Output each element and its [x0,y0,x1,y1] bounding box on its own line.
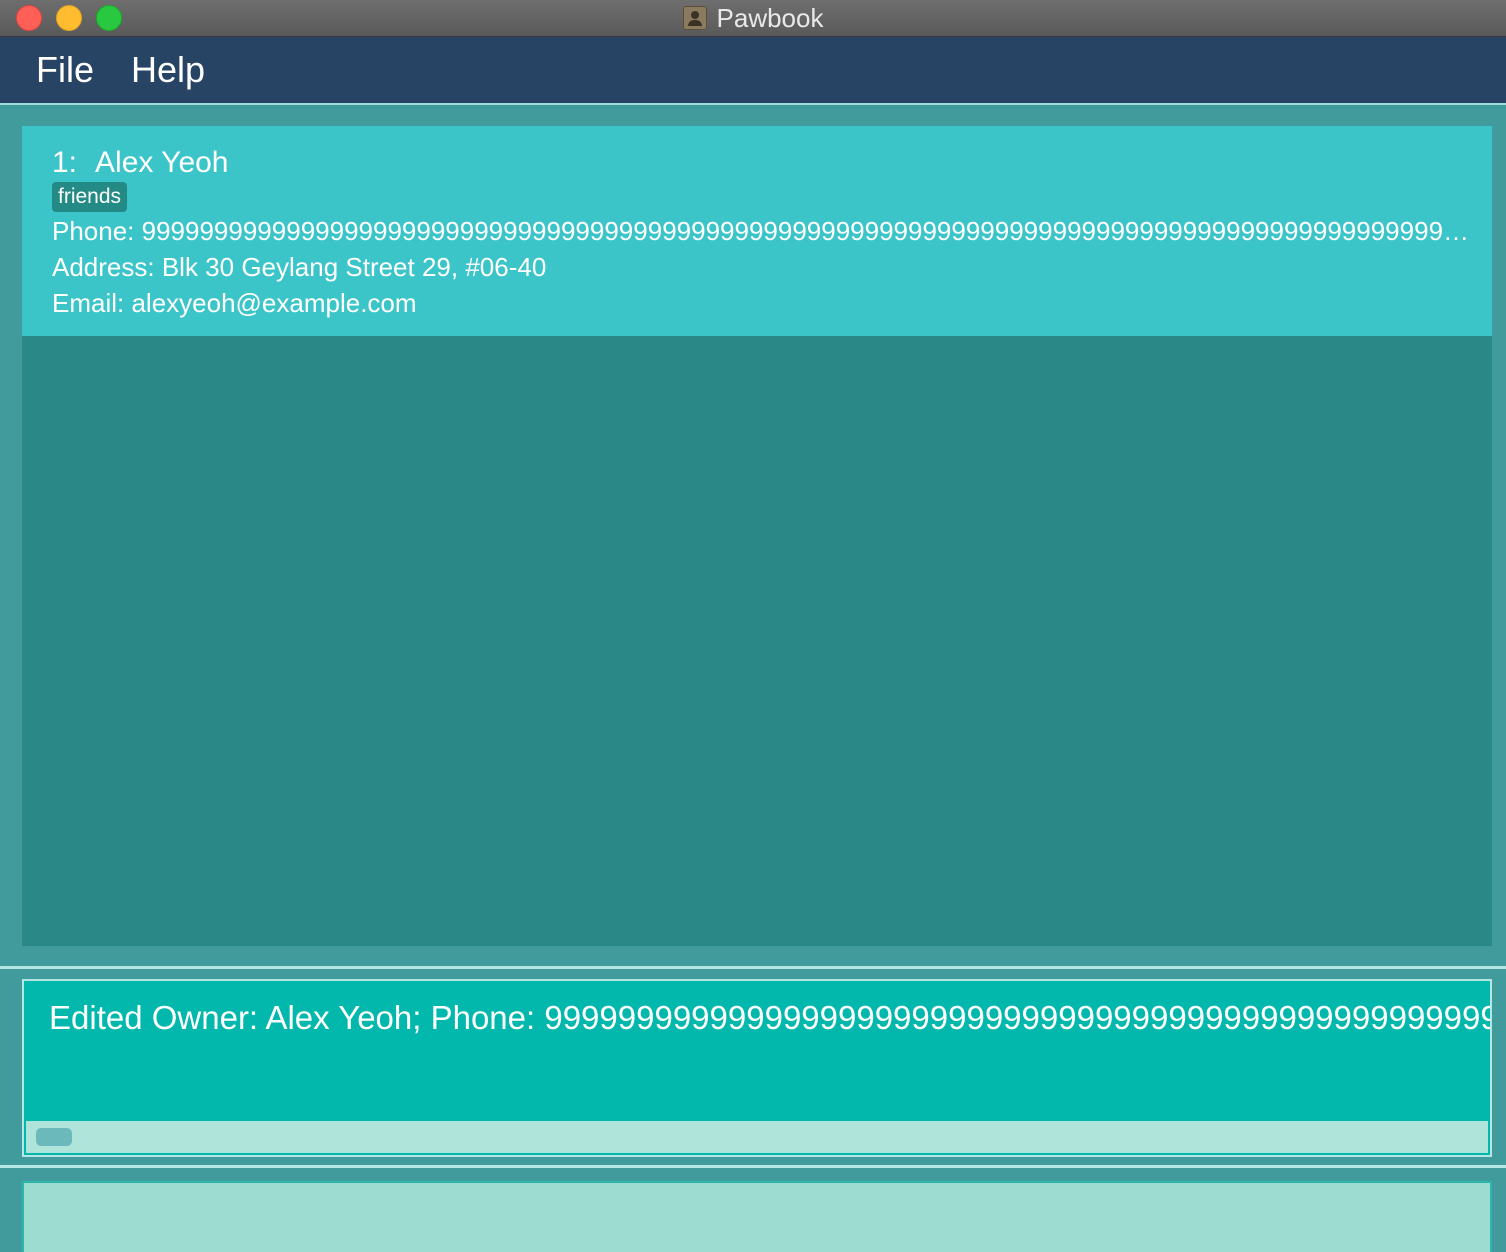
person-index: 1: [52,146,78,179]
command-box[interactable] [22,1181,1492,1252]
menu-help[interactable]: Help [131,49,205,91]
result-display[interactable]: Edited Owner: Alex Yeoh; Phone: 99999999… [22,979,1492,1157]
contacts-app-icon [682,6,707,30]
command-input[interactable] [24,1183,1490,1252]
person-phone: Phone: 999999999999999999999999999999999… [52,216,1470,246]
scrollbar-thumb[interactable] [36,1128,72,1146]
horizontal-scrollbar[interactable] [26,1121,1488,1153]
menu-bar: File Help [0,37,1506,105]
menu-file[interactable]: File [36,49,94,91]
person-email: Email: alexyeoh@example.com [52,288,417,318]
app-window: Pawbook File Help 1: Alex Yeoh friends Ph… [0,0,1506,1252]
split-pane-divider[interactable] [0,966,1506,969]
person-list-panel[interactable]: 1: Alex Yeoh friends Phone: 9999999999999… [22,126,1492,946]
person-name: Alex Yeoh [95,146,229,179]
tag-badge: friends [52,182,128,212]
person-card[interactable]: 1: Alex Yeoh friends Phone: 9999999999999… [22,126,1492,336]
person-address: Address: Blk 30 Geylang Street 29, #06-4… [52,252,547,282]
person-name-line: 1: Alex Yeoh [52,146,229,180]
title-bar[interactable]: Pawbook [0,0,1506,37]
window-title: Pawbook [716,2,824,33]
window-title-group: Pawbook [0,0,1506,36]
split-pane-divider[interactable] [0,1165,1506,1168]
result-text: Edited Owner: Alex Yeoh; Phone: 99999999… [49,999,1490,1036]
